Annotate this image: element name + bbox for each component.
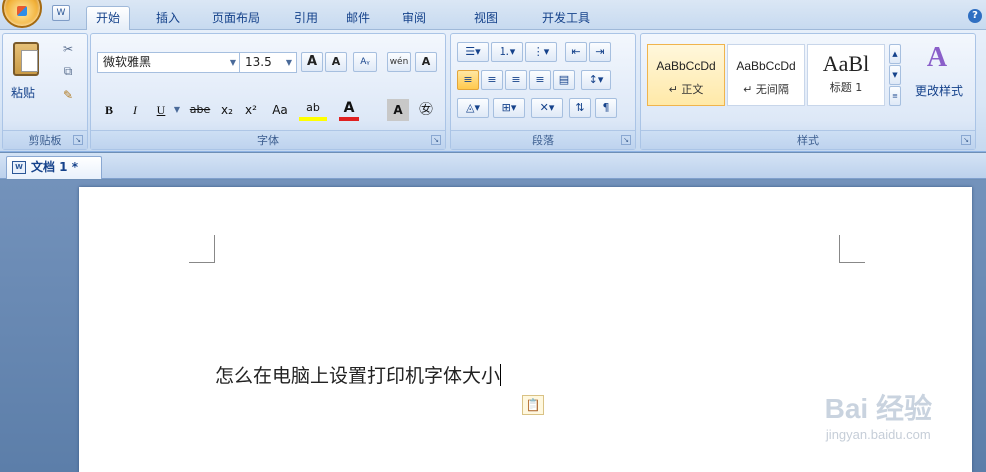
show-marks-button[interactable]: ¶ — [595, 98, 617, 118]
style-no-spacing-name: ↵ 无间隔 — [743, 83, 789, 96]
superscript-button[interactable]: x² — [241, 99, 261, 121]
style-heading-1[interactable]: AaBl 标题 1 — [807, 44, 885, 106]
cut-icon[interactable]: ✂ — [61, 42, 75, 56]
paste-button-label[interactable]: 粘贴 — [11, 84, 35, 101]
bold-button[interactable]: B — [99, 99, 119, 121]
style-normal-name: ↵ 正文 — [668, 83, 704, 96]
align-right-button[interactable]: ≡ — [505, 70, 527, 90]
subscript-button[interactable]: x₂ — [217, 99, 237, 121]
decrease-indent-button[interactable]: ⇤ — [565, 42, 587, 62]
shading-button[interactable]: ◬▾ — [457, 98, 489, 118]
tab-home[interactable]: 开始 — [86, 6, 130, 31]
clipboard-group: 粘贴 ✂ ⧉ ✎ 剪贴板 ↘ — [2, 33, 88, 150]
tab-developer[interactable]: 开发工具 — [532, 7, 600, 30]
italic-button[interactable]: I — [125, 99, 145, 121]
line-spacing-button[interactable]: ↕▾ — [581, 70, 611, 90]
tab-page-layout[interactable]: 页面布局 — [206, 7, 266, 30]
document-workspace: 怎么在电脑上设置打印机字体大小 📋 Bai 经验 jingyan.baidu.c… — [0, 180, 986, 472]
paragraph-launcher-icon[interactable]: ↘ — [621, 135, 631, 145]
tab-insert[interactable]: 插入 — [146, 7, 190, 30]
style-heading-1-sample: AaBl — [822, 51, 870, 76]
style-normal[interactable]: AaBbCcDd ↵ 正文 — [647, 44, 725, 106]
ribbon-tab-bar: W 开始 插入 页面布局 引用 邮件 审阅 视图 开发工具 ? — [0, 0, 986, 31]
font-launcher-icon[interactable]: ↘ — [431, 135, 441, 145]
shrink-font-button[interactable]: A — [325, 52, 347, 72]
style-heading-1-name: 标题 1 — [829, 81, 863, 94]
numbering-button[interactable]: ⒈▾ — [491, 42, 523, 62]
tab-review[interactable]: 审阅 — [394, 7, 434, 30]
phonetic-guide-button[interactable]: wén — [387, 52, 411, 72]
underline-button[interactable]: U — [151, 99, 171, 121]
tab-references[interactable]: 引用 — [288, 7, 324, 30]
styles-group: AaBbCcDd ↵ 正文 AaBbCcDd ↵ 无间隔 AaBl 标题 1 ▲… — [640, 33, 976, 150]
chevron-down-icon[interactable]: ▼ — [282, 53, 296, 72]
office-button[interactable] — [2, 0, 42, 28]
font-name-combo[interactable]: 微软雅黑 ▼ — [97, 52, 241, 73]
strikethrough-button[interactable]: abe — [187, 99, 213, 121]
align-center-button[interactable]: ≡ — [481, 70, 503, 90]
char-border-button[interactable]: A — [415, 52, 437, 72]
bullets-button[interactable]: ☰▾ — [457, 42, 489, 62]
margin-corner-top-left — [189, 235, 215, 263]
baidu-watermark: Bai 经验 jingyan.baidu.com — [825, 387, 932, 442]
gallery-down-icon[interactable]: ▼ — [889, 65, 901, 85]
enclose-characters-button[interactable]: ㊛ — [415, 99, 437, 121]
change-styles-icon[interactable]: A — [919, 42, 955, 76]
paragraph-group-label: 段落 — [451, 130, 635, 149]
save-quick-access-icon[interactable]: W — [52, 5, 70, 21]
document-tab-title: 文档 1 * — [31, 160, 78, 174]
document-text: 怎么在电脑上设置打印机字体大小 — [215, 365, 501, 387]
increase-indent-button[interactable]: ⇥ — [589, 42, 611, 62]
font-size-value: 13.5 — [245, 55, 272, 69]
text-caret — [500, 364, 502, 386]
paste-options-icon[interactable]: 📋 — [522, 395, 544, 415]
clipboard-launcher-icon[interactable]: ↘ — [73, 135, 83, 145]
multilevel-list-button[interactable]: ⋮▾ — [525, 42, 557, 62]
change-case-button[interactable]: Aa — [267, 99, 293, 121]
borders-button[interactable]: ⊞▾ — [493, 98, 525, 118]
chinese-layout-button[interactable]: ✕▾ — [531, 98, 563, 118]
chevron-down-icon[interactable]: ▼ — [226, 53, 240, 72]
copy-icon[interactable]: ⧉ — [61, 64, 75, 78]
paste-icon[interactable] — [13, 42, 39, 76]
document-tab[interactable]: W 文档 1 * — [6, 156, 102, 179]
align-left-button[interactable]: ≡ — [457, 70, 479, 90]
highlight-color-button[interactable]: ab — [299, 99, 327, 121]
gallery-more-icon[interactable]: ≡ — [889, 86, 901, 106]
help-icon[interactable]: ? — [968, 9, 982, 23]
font-group-label: 字体 — [91, 130, 445, 149]
font-name-value: 微软雅黑 — [103, 55, 152, 69]
sort-button[interactable]: ⇅ — [569, 98, 591, 118]
style-normal-sample: AaBbCcDd — [656, 59, 716, 73]
style-no-spacing-sample: AaBbCcDd — [736, 59, 796, 73]
font-color-button[interactable]: A — [339, 99, 359, 121]
char-shading-button[interactable]: A — [387, 99, 409, 121]
clear-format-button[interactable]: Aᵧ — [353, 52, 377, 72]
change-styles-button[interactable]: 更改样式 — [907, 82, 971, 99]
paragraph-group: ☰▾ ⒈▾ ⋮▾ ⇤ ⇥ ≡ ≡ ≡ ≡ ▤ ↕▾ ◬▾ ⊞▾ ✕▾ ⇅ ¶ 段… — [450, 33, 636, 150]
chevron-down-icon[interactable]: ▼ — [171, 99, 183, 121]
watermark-sub: jingyan.baidu.com — [825, 427, 931, 442]
document-page[interactable]: 怎么在电脑上设置打印机字体大小 📋 Bai 经验 jingyan.baidu.c… — [79, 187, 972, 472]
styles-launcher-icon[interactable]: ↘ — [961, 135, 971, 145]
font-group: 微软雅黑 ▼ 13.5 ▼ A A Aᵧ wén A B I U ▼ abe x… — [90, 33, 446, 150]
watermark-main: Bai 经验 — [824, 393, 932, 424]
tab-mailings[interactable]: 邮件 — [338, 7, 378, 30]
style-no-spacing[interactable]: AaBbCcDd ↵ 无间隔 — [727, 44, 805, 106]
justify-button[interactable]: ≡ — [529, 70, 551, 90]
gallery-up-icon[interactable]: ▲ — [889, 44, 901, 64]
tab-view[interactable]: 视图 — [466, 7, 506, 30]
ribbon: 粘贴 ✂ ⧉ ✎ 剪贴板 ↘ 微软雅黑 ▼ 13.5 ▼ A A Aᵧ wén … — [0, 30, 986, 152]
format-painter-icon[interactable]: ✎ — [61, 88, 75, 102]
margin-corner-top-right — [839, 235, 865, 263]
document-body-text[interactable]: 怎么在电脑上设置打印机字体大小 — [215, 361, 502, 388]
document-tab-bar: W 文档 1 * — [0, 153, 986, 179]
grow-font-button[interactable]: A — [301, 52, 323, 72]
font-size-combo[interactable]: 13.5 ▼ — [239, 52, 297, 73]
styles-group-label: 样式 — [641, 130, 975, 149]
distribute-button[interactable]: ▤ — [553, 70, 575, 90]
word-document-icon: W — [12, 161, 26, 174]
